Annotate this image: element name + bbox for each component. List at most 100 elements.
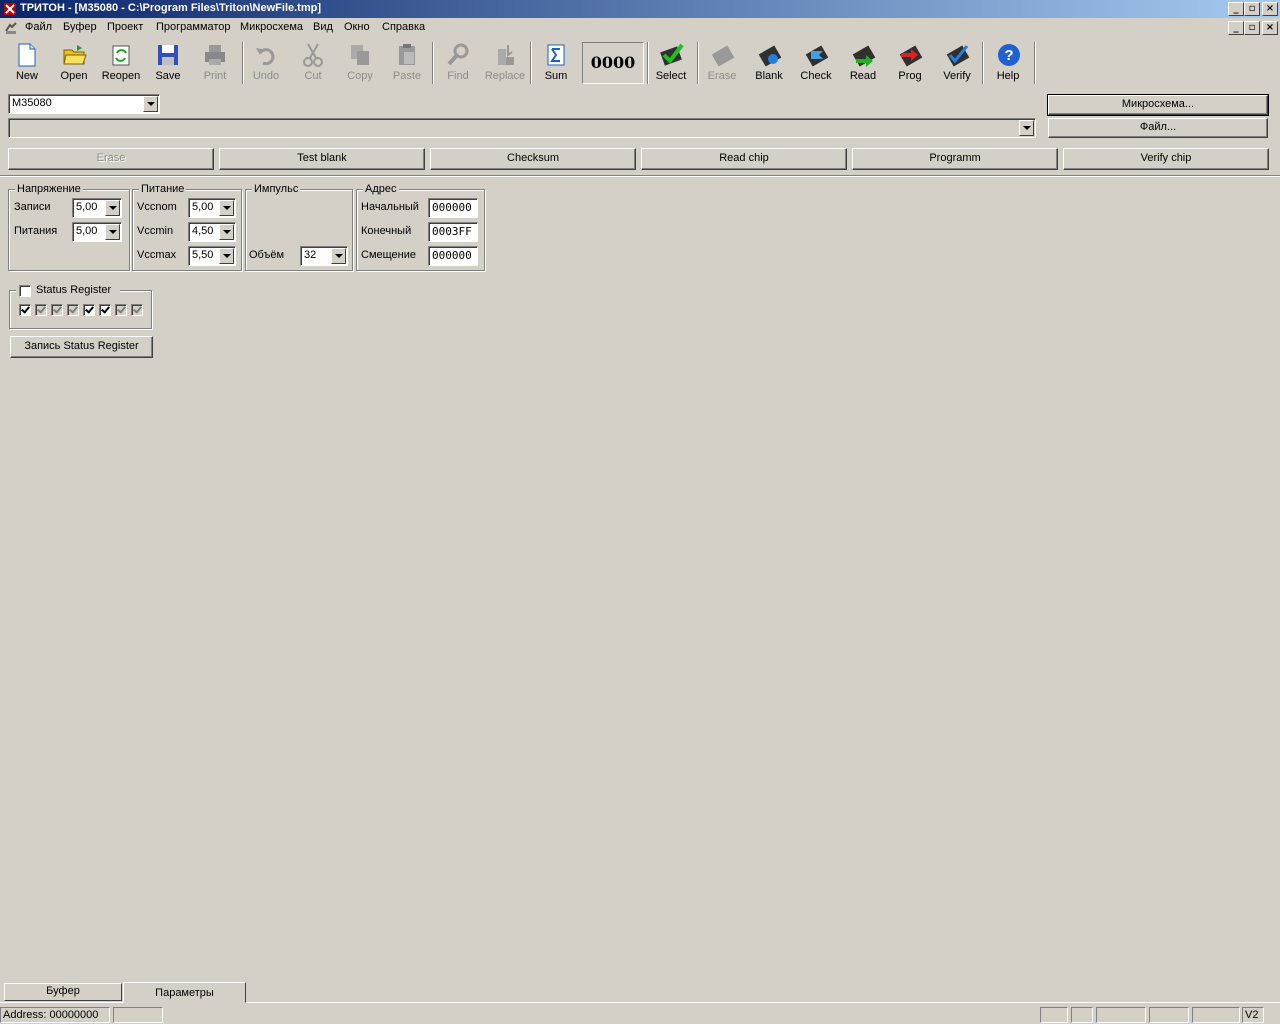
menu-chip[interactable]: Микросхема — [240, 21, 303, 33]
chevron-down-icon[interactable] — [219, 200, 234, 216]
read-button[interactable]: Read — [840, 40, 886, 86]
status-bit-checkbox[interactable] — [115, 304, 127, 316]
read-chip-button[interactable]: Read chip — [641, 148, 847, 170]
close-button[interactable]: × — [1262, 2, 1278, 16]
menu-view[interactable]: Вид — [313, 21, 333, 33]
status-bit-checkbox[interactable] — [19, 304, 31, 316]
status-address: Address: 00000000 — [0, 1007, 110, 1023]
end-address-field[interactable]: 0003FF — [428, 222, 478, 242]
print-icon — [205, 45, 225, 65]
paste-button[interactable]: Paste — [384, 40, 430, 86]
menu-window[interactable]: Окно — [344, 21, 370, 33]
chevron-down-icon[interactable] — [219, 248, 234, 264]
status-bit-checkbox[interactable] — [51, 304, 63, 316]
programm-button[interactable]: Programm — [852, 148, 1058, 170]
offset-label: Смещение — [361, 249, 417, 261]
chevron-down-icon[interactable] — [105, 200, 120, 216]
vccmin-label: Vccmin — [137, 225, 174, 237]
copy-button[interactable]: Copy — [337, 40, 383, 86]
verify-chip-button[interactable]: Verify chip — [1063, 148, 1269, 170]
replace-button-label: Replace — [484, 70, 526, 82]
write-voltage-label: Записи — [14, 201, 51, 213]
chevron-down-icon[interactable] — [143, 96, 158, 112]
vccnom-label: Vccnom — [137, 201, 177, 213]
start-address-field[interactable]: 000000 — [428, 198, 478, 218]
new-button[interactable]: New — [4, 40, 50, 86]
help-button[interactable]: ? Help — [985, 40, 1031, 86]
menu-buffer[interactable]: Буфер — [63, 21, 97, 33]
erase-button[interactable]: Erase — [699, 40, 745, 86]
status-bit-checkbox[interactable] — [131, 304, 143, 316]
area-divider — [0, 175, 1280, 177]
start-address-label: Начальный — [361, 201, 419, 213]
open-button[interactable]: Open — [51, 40, 97, 86]
print-button-label: Print — [203, 70, 227, 82]
erase-action-button[interactable]: Erase — [8, 148, 214, 170]
file-select-button[interactable]: Файл... — [1048, 118, 1268, 138]
menu-file[interactable]: Файл — [25, 21, 52, 33]
status-bit-checkbox[interactable] — [67, 304, 79, 316]
vccmin-combo[interactable]: 4,50 — [188, 222, 236, 242]
title-bar[interactable]: ТРИТОН - [M35080 - C:\Program Files\Trit… — [0, 0, 1280, 18]
offset-field[interactable]: 000000 — [428, 246, 478, 266]
status-register-checkbox[interactable] — [19, 285, 31, 297]
save-button-label: Save — [155, 70, 181, 82]
check-button[interactable]: Check — [793, 40, 839, 86]
child-restore-button[interactable]: ▫ — [1244, 21, 1260, 35]
read-button-label: Read — [849, 70, 877, 82]
document-menu-icon[interactable] — [4, 21, 18, 35]
volume-label: Объём — [249, 249, 285, 261]
status-panel — [1071, 1007, 1093, 1023]
restore-button[interactable]: ▫ — [1244, 2, 1260, 16]
vccmax-combo[interactable]: 5,50 — [188, 246, 236, 266]
save-button[interactable]: Save — [145, 40, 191, 86]
chevron-down-icon[interactable] — [331, 248, 346, 264]
end-address-label: Конечный — [361, 225, 412, 237]
chip-select-button[interactable]: Микросхема... — [1047, 94, 1269, 116]
undo-button[interactable]: Undo — [243, 40, 289, 86]
replace-icon — [498, 45, 514, 65]
chevron-down-icon[interactable] — [1019, 120, 1034, 136]
menu-programmer[interactable]: Программатор — [156, 21, 231, 33]
child-minimize-button[interactable]: _ — [1228, 21, 1244, 35]
chevron-down-icon[interactable] — [105, 224, 120, 240]
minimize-button[interactable]: _ — [1228, 2, 1244, 16]
verify-button[interactable]: Verify — [934, 40, 980, 86]
cut-button[interactable]: Cut — [290, 40, 336, 86]
toolbar: New Open Reopen Save Print Undo Cut Copy… — [2, 40, 1036, 86]
sum-button[interactable]: Sum — [533, 40, 579, 86]
find-button[interactable]: Find — [435, 40, 481, 86]
test-blank-button[interactable]: Test blank — [219, 148, 425, 170]
tab-params[interactable]: Параметры — [123, 982, 246, 1003]
power-voltage-combo[interactable]: 5,00 — [72, 222, 122, 242]
erase-chip-icon — [711, 45, 735, 67]
prog-button[interactable]: Prog — [887, 40, 933, 86]
replace-button[interactable]: Replace — [482, 40, 528, 86]
svg-text:?: ? — [1004, 47, 1013, 64]
print-button[interactable]: Print — [192, 40, 238, 86]
file-combo[interactable] — [8, 118, 1036, 138]
blank-button[interactable]: Blank — [746, 40, 792, 86]
chip-combo[interactable]: M35080 — [8, 94, 160, 114]
volume-combo[interactable]: 32 — [300, 246, 348, 266]
vccmax-label: Vccmax — [137, 249, 177, 261]
address-group-caption: Адрес — [363, 183, 399, 195]
status-bit-checkbox[interactable] — [99, 304, 111, 316]
menu-help[interactable]: Справка — [382, 21, 425, 33]
status-bit-checkbox[interactable] — [35, 304, 47, 316]
select-button[interactable]: Select — [648, 40, 694, 86]
vccmin-value: 4,50 — [192, 225, 214, 237]
tab-buffer[interactable]: Буфер — [4, 983, 122, 1001]
status-bit-checkbox[interactable] — [83, 304, 95, 316]
reopen-icon — [112, 45, 130, 66]
vccnom-combo[interactable]: 5,00 — [188, 198, 236, 218]
reopen-button[interactable]: Reopen — [98, 40, 144, 86]
pulse-group-caption: Импульс — [252, 183, 301, 195]
verify-chip-icon — [946, 45, 970, 67]
chevron-down-icon[interactable] — [219, 224, 234, 240]
menu-project[interactable]: Проект — [107, 21, 143, 33]
write-voltage-combo[interactable]: 5,00 — [72, 198, 122, 218]
child-close-button[interactable]: × — [1262, 21, 1278, 35]
write-status-register-button[interactable]: Запись Status Register — [10, 336, 153, 358]
checksum-button[interactable]: Checksum — [430, 148, 636, 170]
